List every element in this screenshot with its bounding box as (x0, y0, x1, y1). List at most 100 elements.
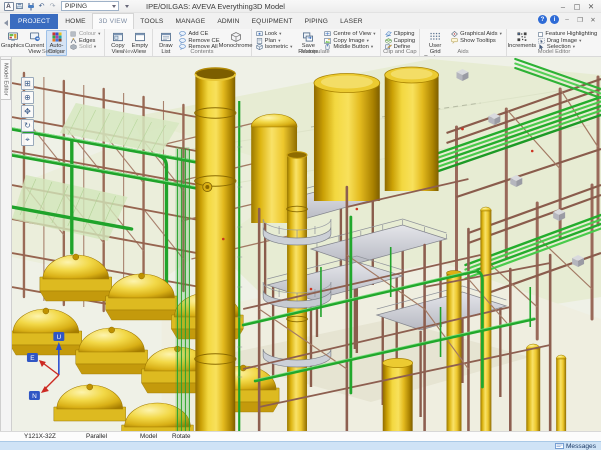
remove-ce-button[interactable]: Remove CE (177, 38, 221, 45)
add-ce-button[interactable]: Add CE (177, 31, 221, 38)
window-minimize-button[interactable]: – (556, 1, 570, 12)
increments-icon (516, 32, 528, 42)
view-position-readout: Y121X-32Z (24, 433, 56, 440)
remove-ce-icon (179, 38, 186, 44)
group-label-clip-and-cap: Clip and Cap (381, 49, 420, 56)
copy-image-button[interactable]: Copy Image▾ (322, 38, 377, 45)
chevron-left-icon (4, 20, 8, 26)
tab-tools[interactable]: TOOLS (134, 14, 169, 29)
tab-equipment[interactable]: EQUIPMENT (246, 14, 299, 29)
graphics-icon (7, 32, 19, 42)
chevron-down-icon (112, 5, 116, 8)
info-button[interactable]: i (550, 15, 559, 24)
graphical-aids-icon (451, 31, 458, 37)
graphics-button[interactable]: Graphics (2, 30, 23, 50)
increments-button[interactable]: Increments (509, 30, 535, 50)
view-pan-button[interactable]: ✥ (21, 105, 34, 118)
discipline-selector-value: PIPING (65, 3, 87, 10)
group-label-manipulate: Manipulate (252, 49, 380, 56)
colour-button[interactable]: Colour▾ (68, 31, 102, 38)
messages-icon (555, 443, 564, 449)
tab-home[interactable]: HOME (59, 14, 92, 29)
view-model-mode: Model (140, 433, 157, 440)
checkbox-icon (538, 32, 544, 38)
plant-model-canvas[interactable]: U E N (12, 57, 601, 431)
edges-button[interactable]: Edges (68, 38, 102, 45)
plug-icon (27, 2, 35, 11)
ribbon-group-new: Copy View Empty View New (105, 29, 153, 56)
aveva-logo-icon: A (4, 2, 14, 11)
look-button[interactable]: Look▾ (254, 31, 295, 38)
tooltip-icon (451, 38, 458, 44)
window-close-button[interactable]: ✕ (584, 1, 598, 12)
qat-customize-button[interactable] (121, 1, 132, 12)
axis-up-label: U (57, 334, 62, 341)
empty-view-icon (134, 32, 146, 42)
tab-admin[interactable]: ADMIN (211, 14, 245, 29)
view-zoom-button[interactable]: ⊕ (21, 91, 34, 104)
view-status-bar: Y121X-32Z Parallel Model Rotate (0, 431, 601, 441)
add-ce-icon (179, 31, 186, 37)
drag-image-button[interactable]: Drag Image▾ (536, 38, 599, 45)
collapsed-panel-gutter: Model Editor (1, 57, 12, 431)
clipping-icon (385, 31, 392, 37)
main-column (195, 68, 243, 431)
save-icon (16, 3, 23, 9)
app-menu-button[interactable]: A (3, 1, 14, 12)
ribbon-group-settings: Graphics Current View Auto-Colour Colour… (0, 29, 105, 56)
plan-button[interactable]: Plan▾ (254, 38, 295, 45)
group-label-new: New (105, 49, 152, 56)
ribbon-group-clip-and-cap: Clipping Capping Define Clip and Cap (381, 29, 421, 56)
edges-icon (70, 38, 77, 44)
view-action-mode: Rotate (172, 433, 191, 440)
view-rotate-button[interactable]: ↻ (21, 119, 34, 132)
group-label-contents: Contents (153, 49, 250, 56)
messages-toggle[interactable]: Messages (566, 443, 596, 450)
copy-view-icon (112, 32, 124, 42)
ribbon-group-manipulate: Look▾ Plan▾ Isometric▾ Save Restore Cent… (252, 29, 381, 56)
window-title: IPE/OILGAS: AVEVA Everything3D Model (146, 2, 285, 11)
3d-viewport[interactable]: Model Editor (0, 57, 601, 431)
save-button[interactable] (14, 1, 25, 12)
doc-restore-button[interactable]: ❐ (575, 16, 585, 24)
current-view-icon (29, 32, 41, 42)
title-bar: A ↶ ↷ PIPING IPE/OILGAS: AVEVA Everythin… (0, 0, 601, 13)
centre-of-view-icon (324, 31, 331, 37)
tab-3d-view[interactable]: 3D VIEW (92, 13, 135, 29)
view-zoom-area-button[interactable]: ⊞ (21, 77, 34, 90)
drag-image-icon (538, 38, 545, 44)
monochrome-icon (230, 32, 242, 42)
feature-highlighting-checkbox[interactable]: Feature Highlighting (536, 31, 599, 38)
app-status-bar: Messages (0, 441, 601, 450)
auto-colour-icon (51, 32, 63, 42)
group-label-aids: Aids (420, 49, 506, 56)
collapsed-panel-tab[interactable]: Model Editor (1, 59, 11, 100)
doc-minimize-button[interactable]: – (562, 16, 572, 23)
window-maximize-button[interactable]: ▢ (570, 1, 584, 12)
view-tools-toolbar: ⊞ ⊕ ✥ ↻ ⌖ (21, 77, 34, 146)
tab-laser[interactable]: LASER (334, 14, 369, 29)
discipline-selector[interactable]: PIPING (61, 1, 119, 11)
tab-project[interactable]: PROJECT (10, 14, 58, 29)
user-grid-icon (429, 32, 441, 42)
clipping-button[interactable]: Clipping (383, 31, 418, 38)
doc-close-button[interactable]: ✕ (588, 16, 598, 24)
view-centre-button[interactable]: ⌖ (21, 133, 34, 146)
undo-button[interactable]: ↶ (36, 1, 47, 12)
graphical-aids-button[interactable]: Graphical Aids▾ (449, 31, 504, 38)
axis-north-label: N (32, 393, 37, 400)
capping-button[interactable]: Capping (383, 38, 418, 45)
tab-piping[interactable]: PIPING (299, 14, 335, 29)
redo-button[interactable]: ↷ (47, 1, 58, 12)
ribbon-group-aids: User Grid Systems Graphical Aids▾ Show T… (420, 29, 507, 56)
centre-of-view-button[interactable]: Centre of View▾ (322, 31, 377, 38)
look-icon (256, 31, 263, 37)
show-tooltips-button[interactable]: Show Tooltips (449, 38, 504, 45)
tab-scroll-left-button[interactable] (2, 17, 10, 29)
help-button[interactable]: ? (538, 15, 547, 24)
link-button[interactable] (25, 1, 36, 12)
tab-manage[interactable]: MANAGE (170, 14, 212, 29)
ribbon: Graphics Current View Auto-Colour Colour… (0, 29, 601, 57)
draw-list-icon (160, 32, 172, 42)
monochrome-button[interactable]: Monochrome (223, 30, 249, 50)
